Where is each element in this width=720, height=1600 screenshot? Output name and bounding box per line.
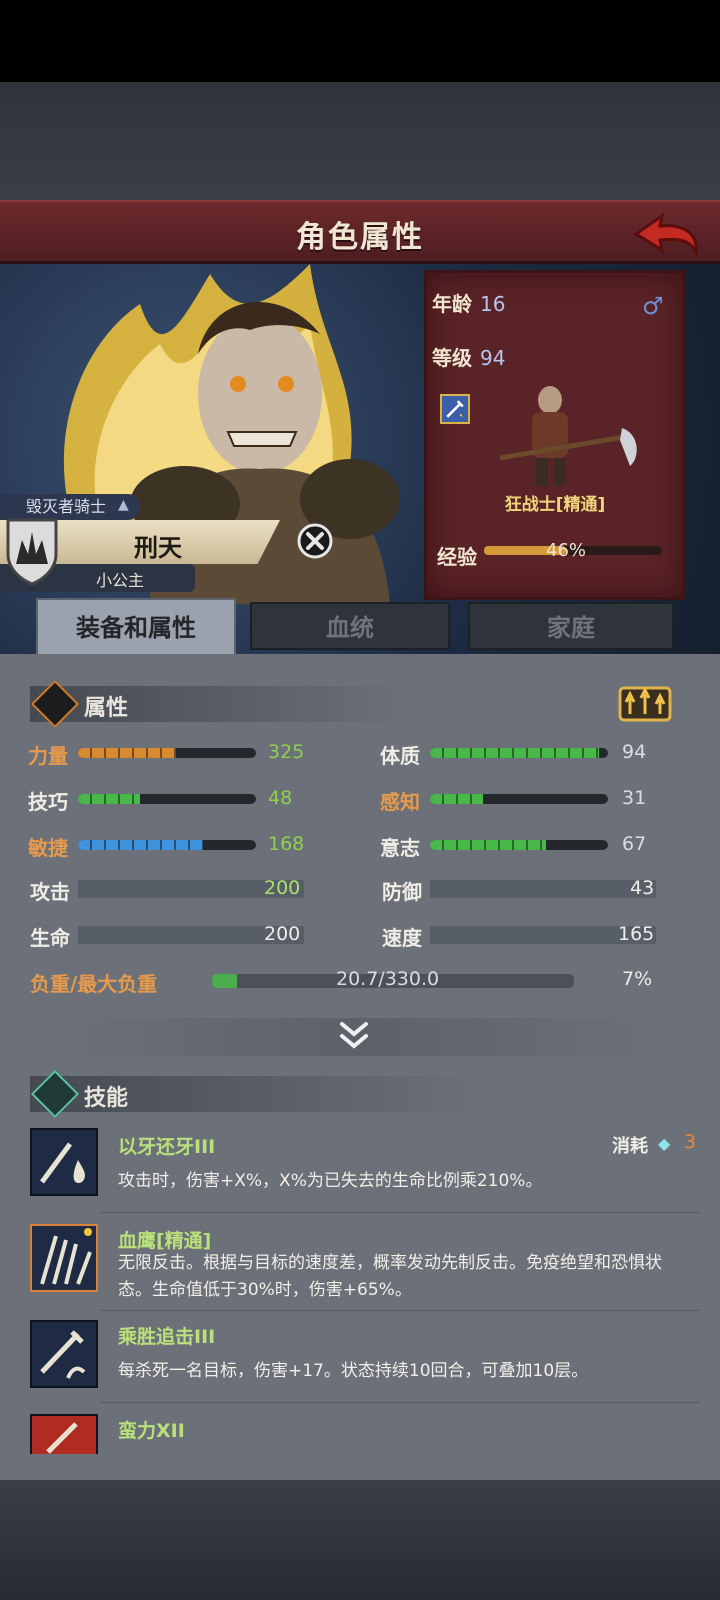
skill-icon-pursuit[interactable] bbox=[30, 1320, 98, 1388]
skill-name: 以牙还牙III bbox=[118, 1136, 216, 1158]
class-figure bbox=[499, 386, 637, 486]
load-percent: 7% bbox=[622, 968, 653, 990]
speed-value: 165 bbox=[618, 923, 655, 945]
load-fill bbox=[212, 974, 238, 988]
tab-family[interactable]: 家庭 bbox=[468, 602, 674, 650]
attribute-label: 意志 bbox=[380, 836, 420, 860]
tab-equipment[interactable]: 装备和属性 bbox=[36, 598, 236, 654]
bottom-backdrop bbox=[0, 1480, 720, 1600]
skill-name: 乘胜追击III bbox=[118, 1326, 216, 1348]
skill-desc: 无限反击。根据与目标的速度差，概率发动先制反击。免疫绝望和恐惧状态。生命值低于3… bbox=[118, 1253, 662, 1300]
back-arrow-icon[interactable] bbox=[632, 210, 702, 258]
attribute-value: 325 bbox=[268, 741, 305, 763]
header: 角色属性 bbox=[0, 200, 720, 264]
main-panel bbox=[0, 654, 720, 1480]
attribute-label: 技巧 bbox=[28, 790, 68, 814]
age-label: 年龄 bbox=[432, 292, 472, 316]
skill-icon-blood-eagle[interactable] bbox=[30, 1224, 98, 1292]
exp-label: 经验 bbox=[437, 545, 477, 569]
cost-value: 3 bbox=[684, 1131, 697, 1153]
exp-value: 46% bbox=[546, 540, 587, 561]
attribute-value: 168 bbox=[268, 833, 305, 855]
attack-label: 攻击 bbox=[30, 880, 70, 904]
hp-value: 200 bbox=[264, 923, 301, 945]
level-value: 94 bbox=[480, 346, 506, 370]
page-title: 角色属性 bbox=[296, 220, 424, 255]
divider bbox=[100, 1212, 700, 1213]
divider bbox=[100, 1402, 700, 1403]
attribute-value: 48 bbox=[268, 787, 293, 809]
skill-name: 蛮力XII bbox=[118, 1420, 185, 1442]
speed-label: 速度 bbox=[382, 926, 422, 950]
attribute-label: 敏捷 bbox=[28, 836, 68, 860]
attribute-bar bbox=[78, 840, 256, 850]
attribute-bar bbox=[78, 748, 256, 758]
skill-icon-teeth[interactable] bbox=[30, 1128, 98, 1196]
skill-desc: 每杀死一名目标，伤害+17。状态持续10回合，可叠加10层。 bbox=[118, 1361, 589, 1381]
close-icon[interactable] bbox=[297, 523, 333, 559]
skill-icon-brute[interactable] bbox=[30, 1414, 98, 1454]
character-name[interactable]: 刑天 bbox=[134, 528, 182, 563]
attribute-bar-fill bbox=[78, 794, 141, 804]
rank-icon: ▲ bbox=[118, 497, 129, 513]
male-icon: ♂ bbox=[642, 292, 664, 320]
character-nickname: 小公主 bbox=[96, 571, 145, 590]
tab-bloodline[interactable]: 血统 bbox=[250, 602, 450, 650]
defense-bar bbox=[430, 880, 656, 898]
attribute-label: 力量 bbox=[28, 744, 68, 768]
skill-name: 血鹰[精通] bbox=[118, 1230, 212, 1252]
age-row: 年龄 16 bbox=[432, 288, 505, 317]
attribute-bar bbox=[430, 794, 608, 804]
attribute-bar bbox=[430, 748, 608, 758]
tab-bar: 装备和属性 血统 家庭 bbox=[36, 598, 680, 654]
claw-icon bbox=[40, 1228, 92, 1285]
shield-icon bbox=[6, 518, 58, 586]
attribute-bar bbox=[430, 840, 608, 850]
level-label: 等级 bbox=[432, 346, 472, 370]
load-label: 负重/最大负重 bbox=[30, 972, 158, 996]
attribute-bar-fill bbox=[78, 840, 203, 850]
age-value: 16 bbox=[480, 292, 506, 316]
upgrade-icon[interactable] bbox=[614, 680, 676, 724]
divider bbox=[100, 1310, 700, 1311]
attribute-value: 31 bbox=[622, 787, 647, 809]
load-value: 20.7/330.0 bbox=[336, 968, 440, 990]
skills-title: 技能 bbox=[84, 1086, 129, 1111]
gem-icon: ◆ bbox=[658, 1134, 671, 1153]
attribute-bar-fill bbox=[430, 794, 484, 804]
attribute-label: 感知 bbox=[380, 790, 420, 814]
backdrop bbox=[0, 82, 720, 200]
chevron-down-icon[interactable] bbox=[334, 1018, 374, 1054]
sword-icon bbox=[46, 1422, 78, 1454]
defense-value: 43 bbox=[630, 877, 655, 899]
cost-label: 消耗 bbox=[612, 1136, 648, 1157]
attributes-title: 属性 bbox=[84, 696, 129, 721]
attribute-value: 67 bbox=[622, 833, 647, 855]
attribute-label: 体质 bbox=[380, 744, 420, 768]
attribute-bar-fill bbox=[430, 748, 600, 758]
sword-icon bbox=[40, 1330, 86, 1379]
hp-label: 生命 bbox=[30, 926, 70, 950]
skill-desc: 攻击时，伤害+X%，X%为已失去的生命比例乘210%。 bbox=[118, 1171, 543, 1191]
attribute-bar-fill bbox=[78, 748, 176, 758]
level-row: 等级 94 bbox=[432, 342, 505, 371]
attribute-value: 94 bbox=[622, 741, 647, 763]
weapon-skill-icon[interactable] bbox=[440, 394, 470, 424]
attribute-bar-fill bbox=[430, 840, 546, 850]
attack-value: 200 bbox=[264, 877, 301, 899]
status-bar bbox=[0, 0, 720, 82]
sword-drop-icon bbox=[39, 1142, 85, 1184]
attribute-bar bbox=[78, 794, 256, 804]
class-name: 狂战士[精通] bbox=[504, 495, 606, 515]
defense-label: 防御 bbox=[382, 880, 422, 904]
